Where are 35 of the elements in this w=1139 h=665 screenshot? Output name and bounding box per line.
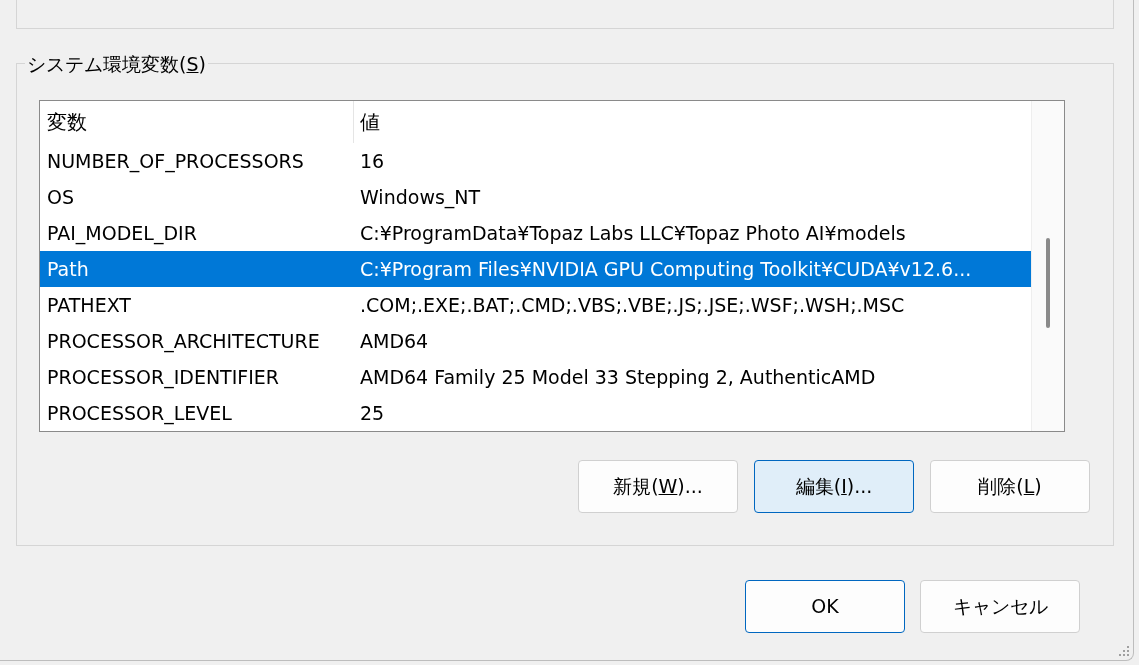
table-row[interactable]: OS Windows_NT — [40, 179, 1031, 215]
table-row[interactable]: PATHEXT .COM;.EXE;.BAT;.CMD;.VBS;.VBE;.JS;.JSE;.WSF;.WSH;.MSC — [40, 287, 1031, 323]
resize-grip-icon[interactable] — [1119, 646, 1130, 657]
table-cell-text: PROCESSOR_ARCHITECTURE — [46, 328, 321, 355]
table-cell-text: NUMBER_OF_PROCESSORS — [46, 148, 305, 175]
scrollbar[interactable] — [1031, 101, 1064, 431]
table-row[interactable]: PROCESSOR_ARCHITECTURE AMD64 — [40, 323, 1031, 359]
action-button[interactable]: 新規(W)... — [578, 460, 738, 513]
scrollbar-thumb[interactable] — [1046, 238, 1050, 328]
table-cell-text: Path — [46, 256, 90, 282]
table-row[interactable]: PROCESSOR_LEVEL 25 — [40, 395, 1031, 431]
table-cell-text: PAI_MODEL_DIR — [46, 220, 198, 247]
table-cell-text: AMD64 Family 25 Model 33 Stepping 2, AuthenticAMD — [359, 364, 876, 390]
table-row[interactable]: Path C:¥Program Files¥NVIDIA GPU Computing Toolkit¥CUDA¥v12.6... — [40, 251, 1031, 287]
table-row[interactable]: PAI_MODEL_DIR C:¥ProgramData¥Topaz Labs LLC¥Topaz Photo AI¥models — [40, 215, 1031, 251]
table-row[interactable]: NUMBER_OF_PROCESSORS 16 — [40, 143, 1031, 179]
table-cell-text: PROCESSOR_IDENTIFIER — [46, 364, 281, 391]
table-cell-text: 25 — [359, 400, 385, 426]
table-cell-text: 16 — [359, 148, 385, 174]
column-header[interactable]: 値 — [354, 101, 1031, 143]
table-cell-text: C:¥ProgramData¥Topaz Labs LLC¥Topaz Photo AI¥models — [359, 220, 906, 246]
ok-button[interactable]: OK — [745, 580, 905, 633]
table-cell-text: OS — [46, 184, 75, 210]
group-label: システム環境変数(S) — [25, 52, 208, 76]
table-cell-text: AMD64 — [359, 328, 429, 354]
action-button[interactable]: 削除(L) — [930, 460, 1090, 513]
table-cell-text: PATHEXT — [46, 292, 132, 318]
cancel-button[interactable]: キャンセル — [920, 580, 1080, 633]
action-button[interactable]: 編集(I)... — [754, 460, 914, 513]
table-cell-text: PROCESSOR_LEVEL — [46, 400, 233, 427]
table-cell-text: C:¥Program Files¥NVIDIA GPU Computing Toolkit¥CUDA¥v12.6... — [359, 256, 972, 282]
table-cell-text: Windows_NT — [359, 184, 481, 211]
column-header[interactable]: 変数 — [40, 101, 354, 143]
table-row[interactable]: PROCESSOR_IDENTIFIER AMD64 Family 25 Model 33 Stepping 2, AuthenticAMD — [40, 359, 1031, 395]
table-cell-text: .COM;.EXE;.BAT;.CMD;.VBS;.VBE;.JS;.JSE;.WSF;.WSH;.MSC — [359, 292, 905, 318]
